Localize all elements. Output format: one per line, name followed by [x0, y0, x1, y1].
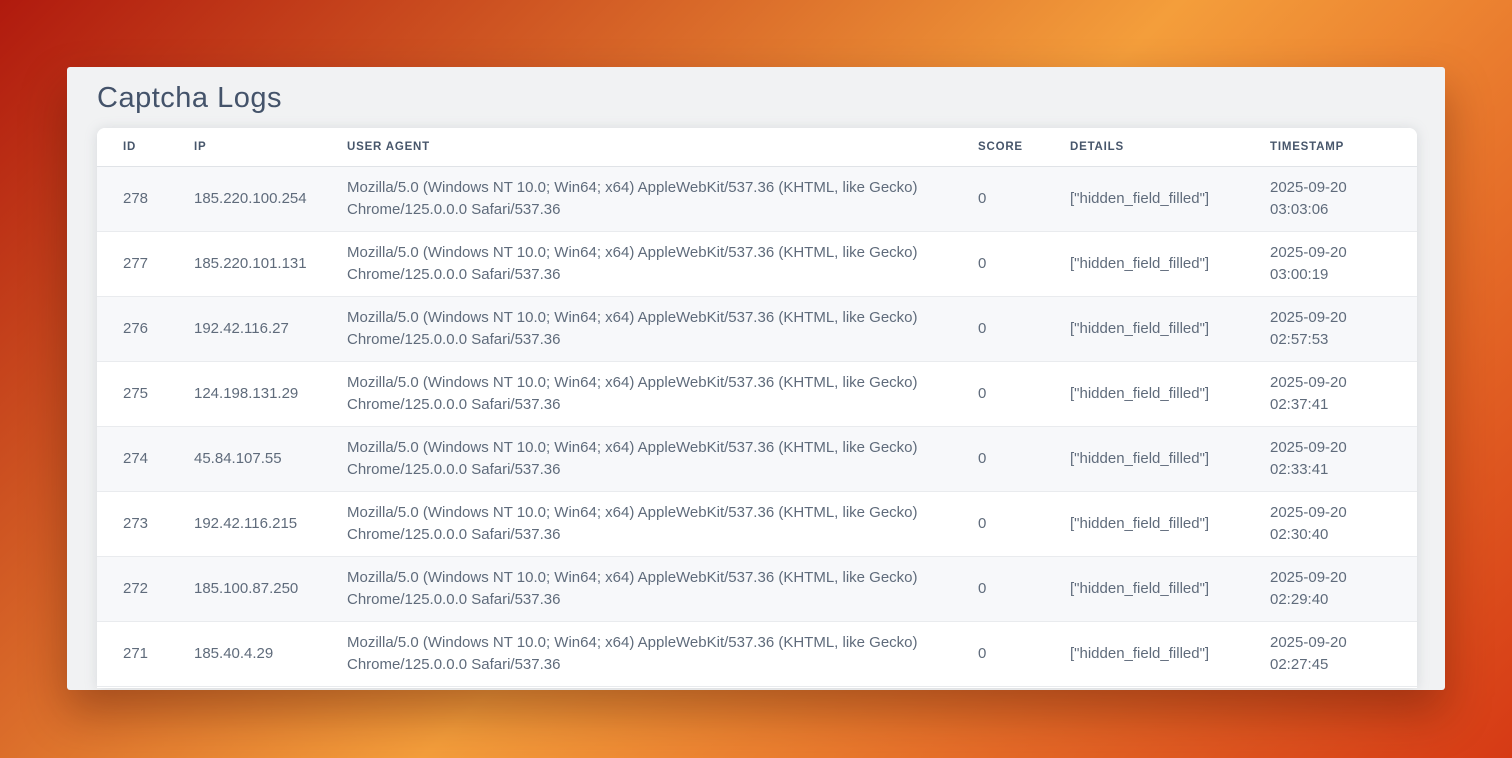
table-row: 275 124.198.131.29 Mozilla/5.0 (Windows … — [97, 362, 1417, 427]
table-header-row: ID IP USER AGENT SCORE DETAILS TIMESTAMP — [97, 128, 1417, 167]
table-row: 278 185.220.100.254 Mozilla/5.0 (Windows… — [97, 167, 1417, 232]
cell-score: 0 — [978, 557, 1070, 622]
table-row: 271 185.40.4.29 Mozilla/5.0 (Windows NT … — [97, 622, 1417, 687]
cell-details: ["hidden_field_filled"] — [1070, 232, 1270, 297]
cell-id: 271 — [97, 622, 194, 687]
cell-user-agent: Mozilla/5.0 (Windows NT 10.0; Win64; x64… — [347, 622, 978, 687]
column-header-ip: IP — [194, 128, 347, 167]
cell-id: 272 — [97, 557, 194, 622]
table-row: 273 192.42.116.215 Mozilla/5.0 (Windows … — [97, 492, 1417, 557]
cell-details: ["hidden_field_filled"] — [1070, 362, 1270, 427]
column-header-timestamp: TIMESTAMP — [1270, 128, 1417, 167]
cell-ip: 185.220.101.131 — [194, 232, 347, 297]
column-header-user-agent: USER AGENT — [347, 128, 978, 167]
cell-details: ["hidden_field_filled"] — [1070, 167, 1270, 232]
cell-score: 0 — [978, 167, 1070, 232]
captcha-logs-card: Captcha Logs ID IP USER AGENT SCORE DETA… — [67, 67, 1445, 690]
cell-timestamp: 2025-09-20 02:57:53 — [1270, 297, 1417, 362]
table-body: 278 185.220.100.254 Mozilla/5.0 (Windows… — [97, 167, 1417, 687]
cell-score: 0 — [978, 427, 1070, 492]
page-background: { "page": { "title": "Captcha Logs" }, "… — [0, 0, 1512, 758]
cell-id: 277 — [97, 232, 194, 297]
cell-timestamp: 2025-09-20 03:03:06 — [1270, 167, 1417, 232]
cell-ip: 192.42.116.215 — [194, 492, 347, 557]
cell-timestamp: 2025-09-20 02:27:45 — [1270, 622, 1417, 687]
table-row: 277 185.220.101.131 Mozilla/5.0 (Windows… — [97, 232, 1417, 297]
column-header-score: SCORE — [978, 128, 1070, 167]
cell-score: 0 — [978, 362, 1070, 427]
cell-user-agent: Mozilla/5.0 (Windows NT 10.0; Win64; x64… — [347, 492, 978, 557]
cell-details: ["hidden_field_filled"] — [1070, 427, 1270, 492]
captcha-logs-table: ID IP USER AGENT SCORE DETAILS TIMESTAMP… — [97, 128, 1417, 687]
cell-timestamp: 2025-09-20 02:33:41 — [1270, 427, 1417, 492]
cell-details: ["hidden_field_filled"] — [1070, 622, 1270, 687]
cell-ip: 124.198.131.29 — [194, 362, 347, 427]
cell-id: 275 — [97, 362, 194, 427]
cell-timestamp: 2025-09-20 03:00:19 — [1270, 232, 1417, 297]
cell-score: 0 — [978, 492, 1070, 557]
logs-table-container: ID IP USER AGENT SCORE DETAILS TIMESTAMP… — [97, 128, 1417, 688]
cell-id: 273 — [97, 492, 194, 557]
cell-details: ["hidden_field_filled"] — [1070, 297, 1270, 362]
cell-score: 0 — [978, 297, 1070, 362]
table-row: 276 192.42.116.27 Mozilla/5.0 (Windows N… — [97, 297, 1417, 362]
table-header: ID IP USER AGENT SCORE DETAILS TIMESTAMP — [97, 128, 1417, 167]
cell-user-agent: Mozilla/5.0 (Windows NT 10.0; Win64; x64… — [347, 557, 978, 622]
cell-id: 274 — [97, 427, 194, 492]
cell-timestamp: 2025-09-20 02:29:40 — [1270, 557, 1417, 622]
cell-score: 0 — [978, 622, 1070, 687]
cell-id: 278 — [97, 167, 194, 232]
column-header-id: ID — [97, 128, 194, 167]
cell-user-agent: Mozilla/5.0 (Windows NT 10.0; Win64; x64… — [347, 427, 978, 492]
page-title: Captcha Logs — [67, 67, 1445, 128]
cell-ip: 185.40.4.29 — [194, 622, 347, 687]
cell-timestamp: 2025-09-20 02:30:40 — [1270, 492, 1417, 557]
cell-timestamp: 2025-09-20 02:37:41 — [1270, 362, 1417, 427]
table-row: 274 45.84.107.55 Mozilla/5.0 (Windows NT… — [97, 427, 1417, 492]
cell-user-agent: Mozilla/5.0 (Windows NT 10.0; Win64; x64… — [347, 167, 978, 232]
cell-ip: 185.220.100.254 — [194, 167, 347, 232]
cell-user-agent: Mozilla/5.0 (Windows NT 10.0; Win64; x64… — [347, 362, 978, 427]
cell-score: 0 — [978, 232, 1070, 297]
cell-user-agent: Mozilla/5.0 (Windows NT 10.0; Win64; x64… — [347, 232, 978, 297]
cell-ip: 185.100.87.250 — [194, 557, 347, 622]
cell-details: ["hidden_field_filled"] — [1070, 557, 1270, 622]
cell-ip: 45.84.107.55 — [194, 427, 347, 492]
table-row: 272 185.100.87.250 Mozilla/5.0 (Windows … — [97, 557, 1417, 622]
cell-user-agent: Mozilla/5.0 (Windows NT 10.0; Win64; x64… — [347, 297, 978, 362]
cell-details: ["hidden_field_filled"] — [1070, 492, 1270, 557]
column-header-details: DETAILS — [1070, 128, 1270, 167]
cell-id: 276 — [97, 297, 194, 362]
cell-ip: 192.42.116.27 — [194, 297, 347, 362]
